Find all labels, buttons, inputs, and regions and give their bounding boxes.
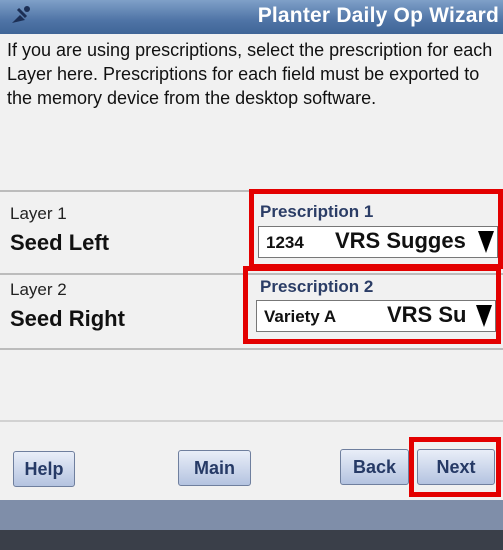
window-title: Planter Daily Op Wizard xyxy=(257,4,499,27)
divider xyxy=(0,420,503,422)
layer-label: Layer 2 xyxy=(10,280,67,299)
main-button[interactable]: Main xyxy=(178,450,251,486)
bezel xyxy=(0,530,503,550)
title-bar: Planter Daily Op Wizard xyxy=(0,0,503,34)
help-button[interactable]: Help xyxy=(13,451,75,487)
divider xyxy=(0,348,503,350)
highlight-box xyxy=(243,266,501,344)
wizard-screen: Planter Daily Op Wizard If you are using… xyxy=(0,0,503,550)
layer-label: Layer 1 xyxy=(10,204,67,223)
back-button[interactable]: Back xyxy=(340,449,409,485)
highlight-box xyxy=(409,437,501,497)
highlight-box xyxy=(249,189,503,269)
satellite-icon xyxy=(8,3,34,29)
instructions-text: If you are using prescriptions, select t… xyxy=(7,40,493,108)
layer-name: Seed Right xyxy=(10,306,125,331)
layer-name: Seed Left xyxy=(10,230,110,255)
